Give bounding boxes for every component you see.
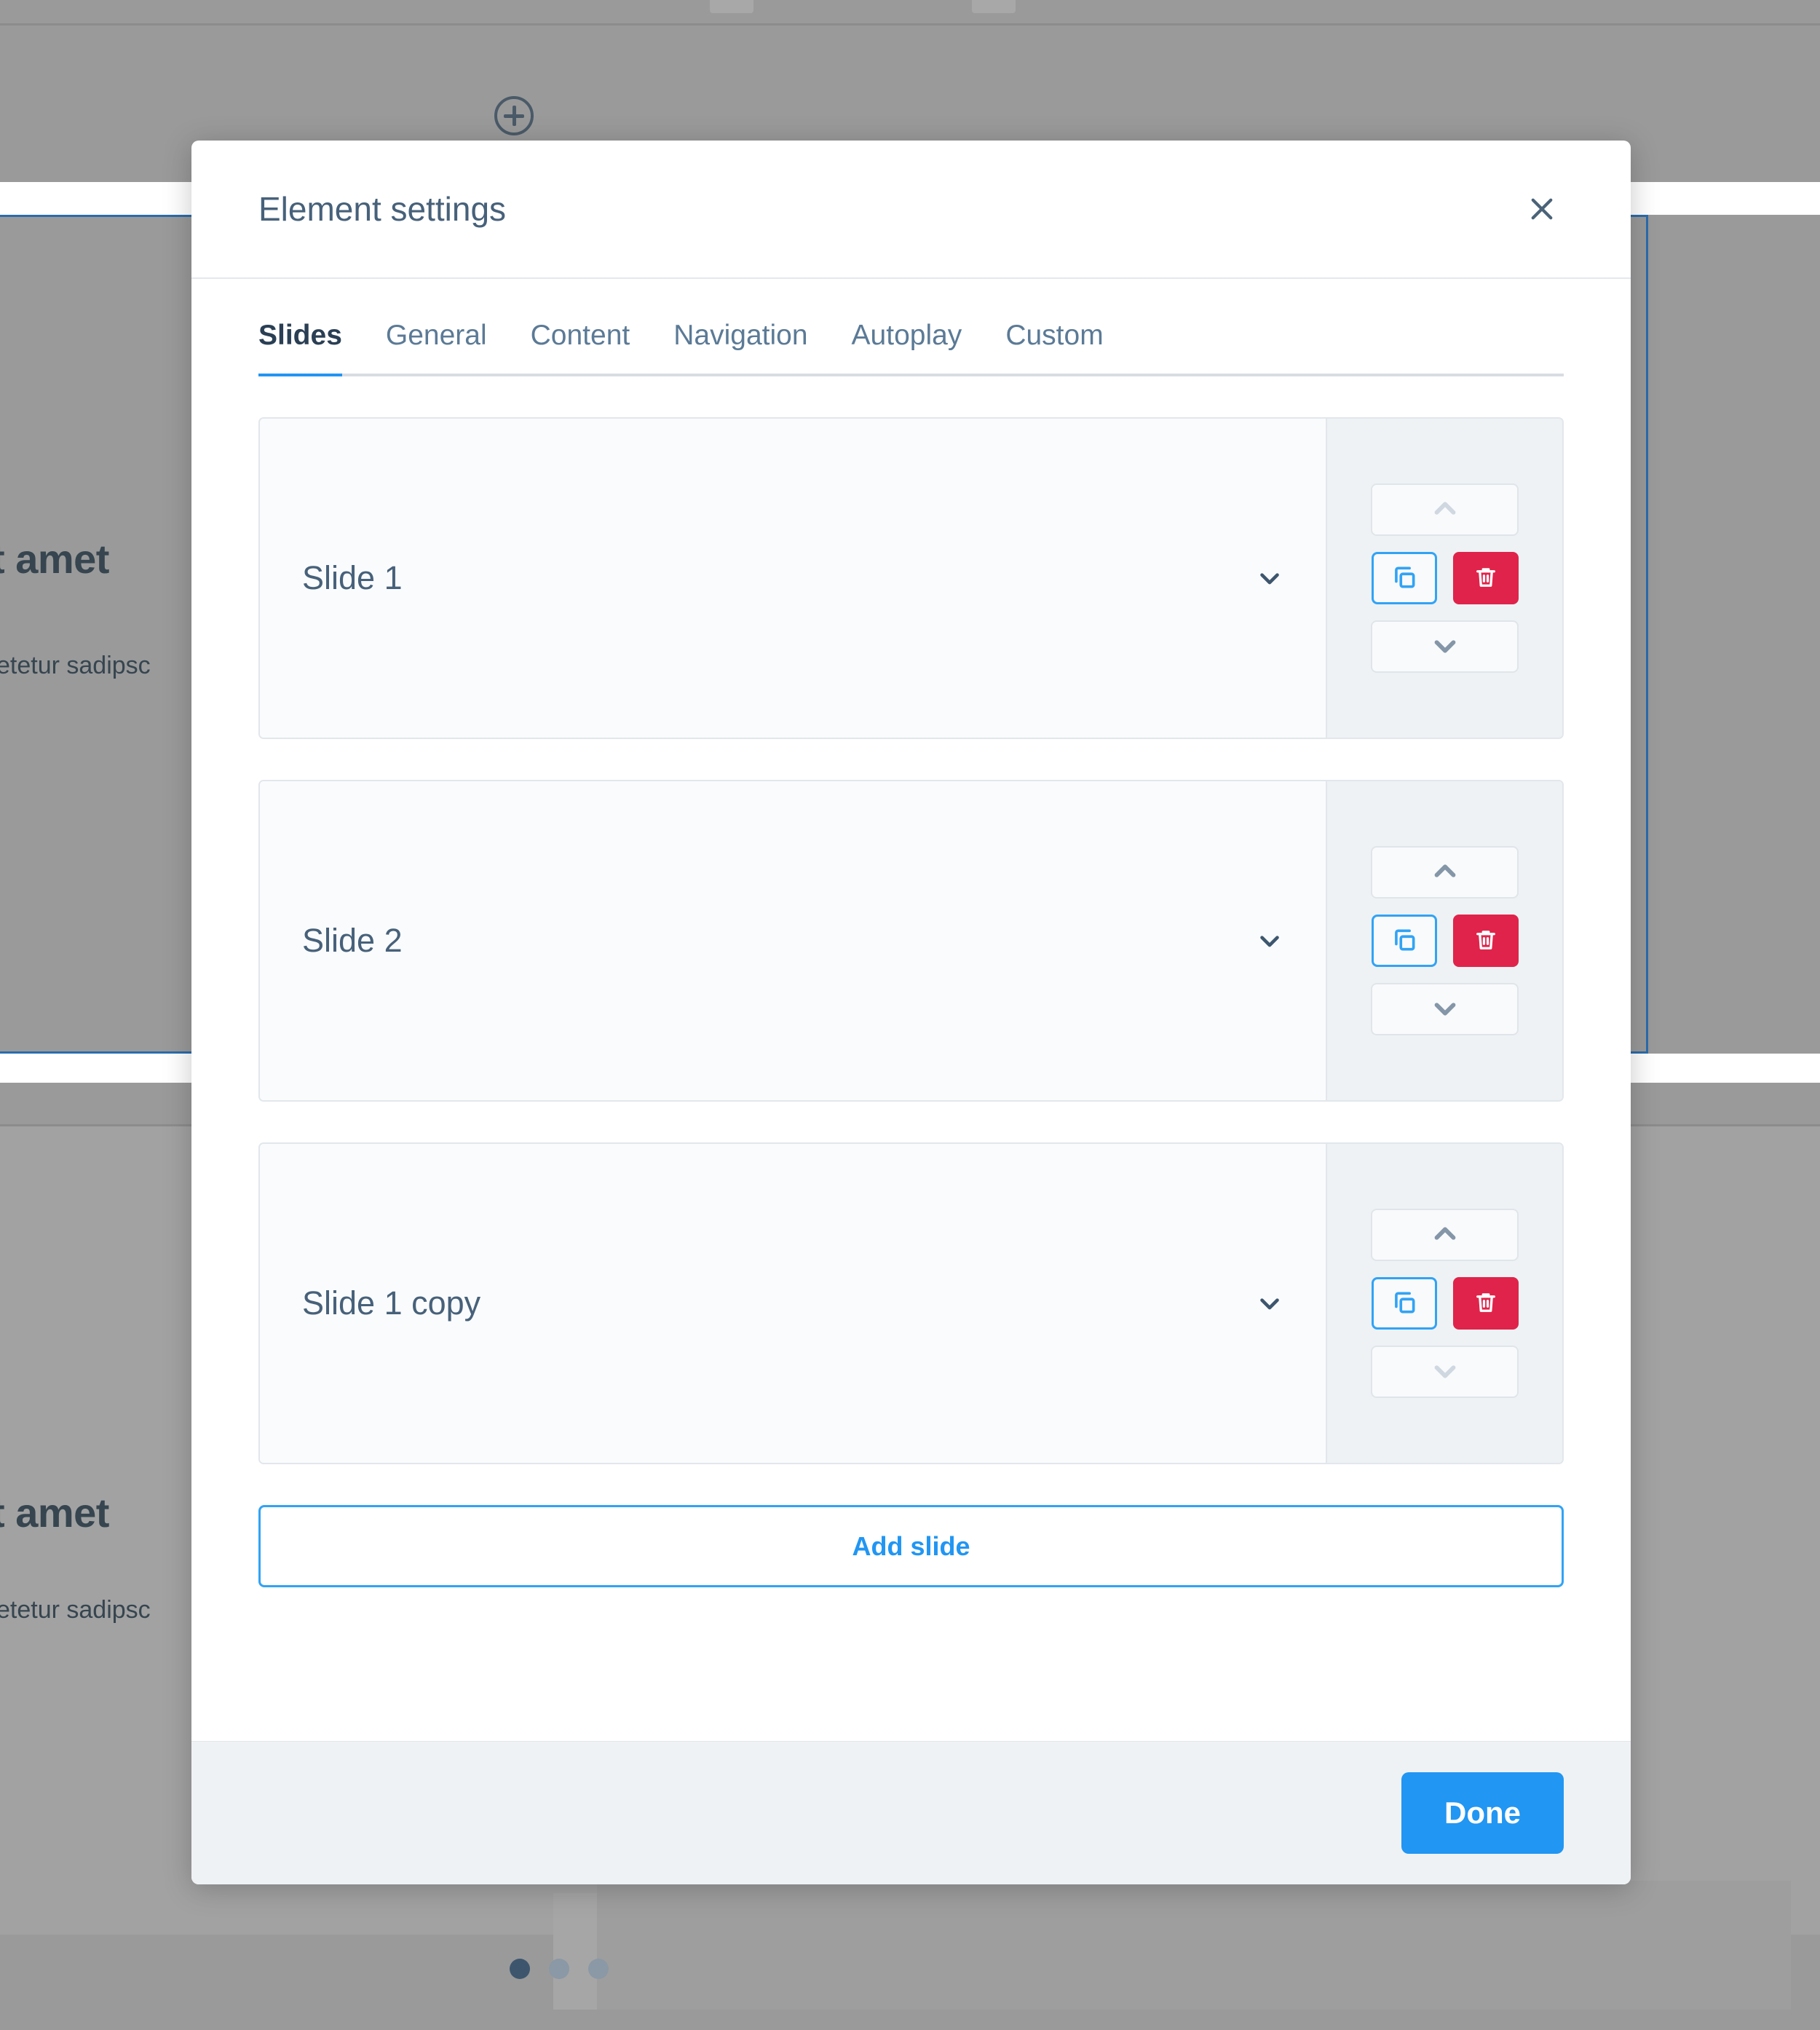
duplicate-slide-button[interactable] <box>1371 552 1437 604</box>
table-row: Slide 2 <box>258 780 1564 1102</box>
close-icon <box>1527 194 1557 224</box>
move-slide-down-button[interactable] <box>1371 983 1519 1035</box>
slide-item-label: Slide 2 <box>302 922 403 959</box>
delete-slide-button[interactable] <box>1452 1277 1519 1330</box>
tab-navigation[interactable]: Navigation <box>673 320 807 374</box>
slide-item-actions <box>1326 781 1562 1100</box>
bg-subtext-1: setetur sadipsc <box>0 652 151 679</box>
slide-item-action-row <box>1371 552 1519 604</box>
copy-icon <box>1390 1289 1418 1319</box>
bg-subtext-2: setetur sadipsc <box>0 1596 151 1624</box>
duplicate-slide-button[interactable] <box>1371 1277 1437 1330</box>
dialog-title: Element settings <box>258 190 507 228</box>
duplicate-slide-button[interactable] <box>1371 915 1437 967</box>
bg-heading-2: t amet <box>0 1490 109 1536</box>
done-button[interactable]: Done <box>1401 1772 1564 1854</box>
slide-item-actions <box>1326 419 1562 738</box>
bg-carousel-pagination[interactable] <box>510 1959 609 1979</box>
tab-custom[interactable]: Custom <box>1005 320 1103 374</box>
chevron-down-icon[interactable] <box>1254 1288 1289 1319</box>
slides-panel: Slide 1 Slide 2 Slide 1 copy Add slide <box>191 376 1631 1741</box>
tab-content[interactable]: Content <box>531 320 630 374</box>
dialog-header: Element settings <box>191 141 1631 279</box>
trash-icon <box>1473 564 1499 593</box>
element-settings-dialog: Element settings Slides General Content … <box>191 141 1631 1884</box>
slide-item-header[interactable]: Slide 2 <box>260 781 1326 1100</box>
bg-pagination-dot-2[interactable] <box>549 1959 569 1979</box>
table-row: Slide 1 copy <box>258 1142 1564 1464</box>
bg-pagination-dot-3[interactable] <box>588 1959 609 1979</box>
chevron-down-icon <box>1428 1354 1462 1390</box>
chevron-up-icon <box>1428 1217 1462 1253</box>
slide-item-actions <box>1326 1144 1562 1463</box>
bg-slider-panel-right <box>597 1881 1791 2010</box>
slide-item-header[interactable]: Slide 1 copy <box>260 1144 1326 1463</box>
add-slide-button[interactable]: Add slide <box>258 1505 1564 1587</box>
slide-item-label: Slide 1 copy <box>302 1284 481 1322</box>
slide-item-action-row <box>1371 1277 1519 1330</box>
bg-toolbar-button-left <box>710 0 753 13</box>
trash-icon <box>1473 1290 1499 1318</box>
delete-slide-button[interactable] <box>1452 915 1519 967</box>
copy-icon <box>1390 564 1418 593</box>
move-slide-up-button[interactable] <box>1371 483 1519 536</box>
slide-item-label: Slide 1 <box>302 559 403 596</box>
tab-slides[interactable]: Slides <box>258 320 342 376</box>
copy-icon <box>1390 926 1418 956</box>
move-slide-down-button[interactable] <box>1371 620 1519 673</box>
chevron-up-icon <box>1428 855 1462 890</box>
move-slide-down-button[interactable] <box>1371 1346 1519 1398</box>
chevron-down-icon[interactable] <box>1254 925 1289 956</box>
bg-heading-1: t amet <box>0 536 109 582</box>
tab-general[interactable]: General <box>386 320 487 374</box>
move-slide-up-button[interactable] <box>1371 1209 1519 1261</box>
settings-tabs: Slides General Content Navigation Autopl… <box>258 320 1564 376</box>
bg-pagination-dot-1[interactable] <box>510 1959 530 1979</box>
bg-slider-panel <box>553 1893 597 2010</box>
bg-toolbar-strip <box>0 0 1820 25</box>
slide-item-action-row <box>1371 915 1519 967</box>
tab-autoplay[interactable]: Autoplay <box>852 320 962 374</box>
move-slide-up-button[interactable] <box>1371 846 1519 899</box>
bg-toolbar-button-right <box>972 0 1016 13</box>
table-row: Slide 1 <box>258 417 1564 739</box>
chevron-down-icon[interactable] <box>1254 563 1289 593</box>
settings-tabs-container: Slides General Content Navigation Autopl… <box>191 279 1631 376</box>
delete-slide-button[interactable] <box>1452 552 1519 604</box>
close-dialog-button[interactable] <box>1520 187 1564 231</box>
dialog-footer: Done <box>191 1741 1631 1884</box>
bg-add-section-icon[interactable] <box>494 96 534 135</box>
trash-icon <box>1473 927 1499 955</box>
chevron-up-icon <box>1428 492 1462 528</box>
bg-canvas-bottom <box>0 2010 1820 2030</box>
chevron-down-icon <box>1428 629 1462 665</box>
chevron-down-icon <box>1428 992 1462 1027</box>
slide-item-header[interactable]: Slide 1 <box>260 419 1326 738</box>
